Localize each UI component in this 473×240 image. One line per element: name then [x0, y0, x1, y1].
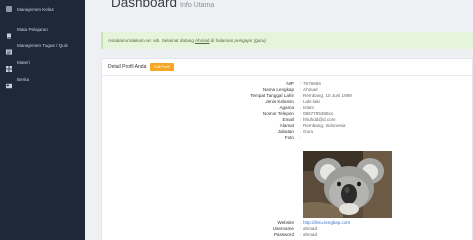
- panel-header: Detail Profil Anda Edit Profil: [102, 59, 472, 76]
- profile-photo: [303, 151, 392, 218]
- alert-text: Assalamu'alaikum wr. wb. Selamat datang …: [108, 38, 266, 43]
- field-label-password: Password: [273, 232, 294, 237]
- sidebar-item-label: Materi: [17, 59, 30, 65]
- alert-role: pengajar (guru): [234, 38, 266, 43]
- alert-user-name[interactable]: Ahmad: [195, 38, 210, 43]
- alert-welcome: Selamat datang: [161, 38, 194, 43]
- alert-greeting: Assalamu'alaikum wr. wb.: [108, 38, 161, 43]
- koala-photo: [303, 151, 392, 218]
- sidebar-item-manajemen-tugas[interactable]: Manajemen Tugas / Quiz: [0, 38, 85, 55]
- book-icon: [6, 26, 12, 39]
- grid-icon: [6, 59, 12, 72]
- square-icon: [6, 6, 12, 12]
- page-subtitle: Info Utama: [180, 2, 215, 9]
- sidebar-item-manajemen-kelas[interactable]: Manajemen Kelas: [0, 2, 85, 16]
- main-content: Dashboard Info Utama Assalamu'alaikum wr.…: [85, 0, 473, 240]
- field-value-password: ahmad: [303, 232, 318, 237]
- sidebar-item-label: Mata Pelajaran: [17, 26, 48, 32]
- sidebar: Manajemen Kelas Mata Pelajaran Manajemen…: [0, 0, 85, 240]
- sidebar-item-label: Manajemen Kelas: [17, 6, 54, 12]
- field-separator: :: [300, 135, 302, 140]
- page-title: Dashboard Info Utama: [111, 0, 214, 10]
- sidebar-item-mata-pelajaran[interactable]: Mata Pelajaran: [0, 22, 85, 39]
- field-value-jabatan: Guru: [303, 129, 314, 134]
- profile-panel: Detail Profil Anda Edit Profil NIP : 767…: [101, 58, 473, 240]
- page-title-text: Dashboard: [111, 0, 178, 10]
- sidebar-item-label: Berita: [17, 76, 30, 82]
- welcome-alert: Assalamu'alaikum wr. wb. Selamat datang …: [101, 32, 473, 49]
- edit-profile-button[interactable]: Edit Profil: [150, 63, 174, 71]
- list-icon: [6, 42, 12, 55]
- sidebar-item-materi[interactable]: Materi: [0, 55, 85, 72]
- sidebar-item-label: Manajemen Tugas / Quiz: [17, 42, 69, 48]
- sidebar-item-berita[interactable]: Berita: [0, 72, 85, 89]
- newspaper-icon: [6, 76, 12, 89]
- panel-title: Detail Profil Anda: [108, 64, 147, 70]
- field-separator: :: [300, 232, 302, 237]
- field-label-foto: Foto: [284, 135, 294, 140]
